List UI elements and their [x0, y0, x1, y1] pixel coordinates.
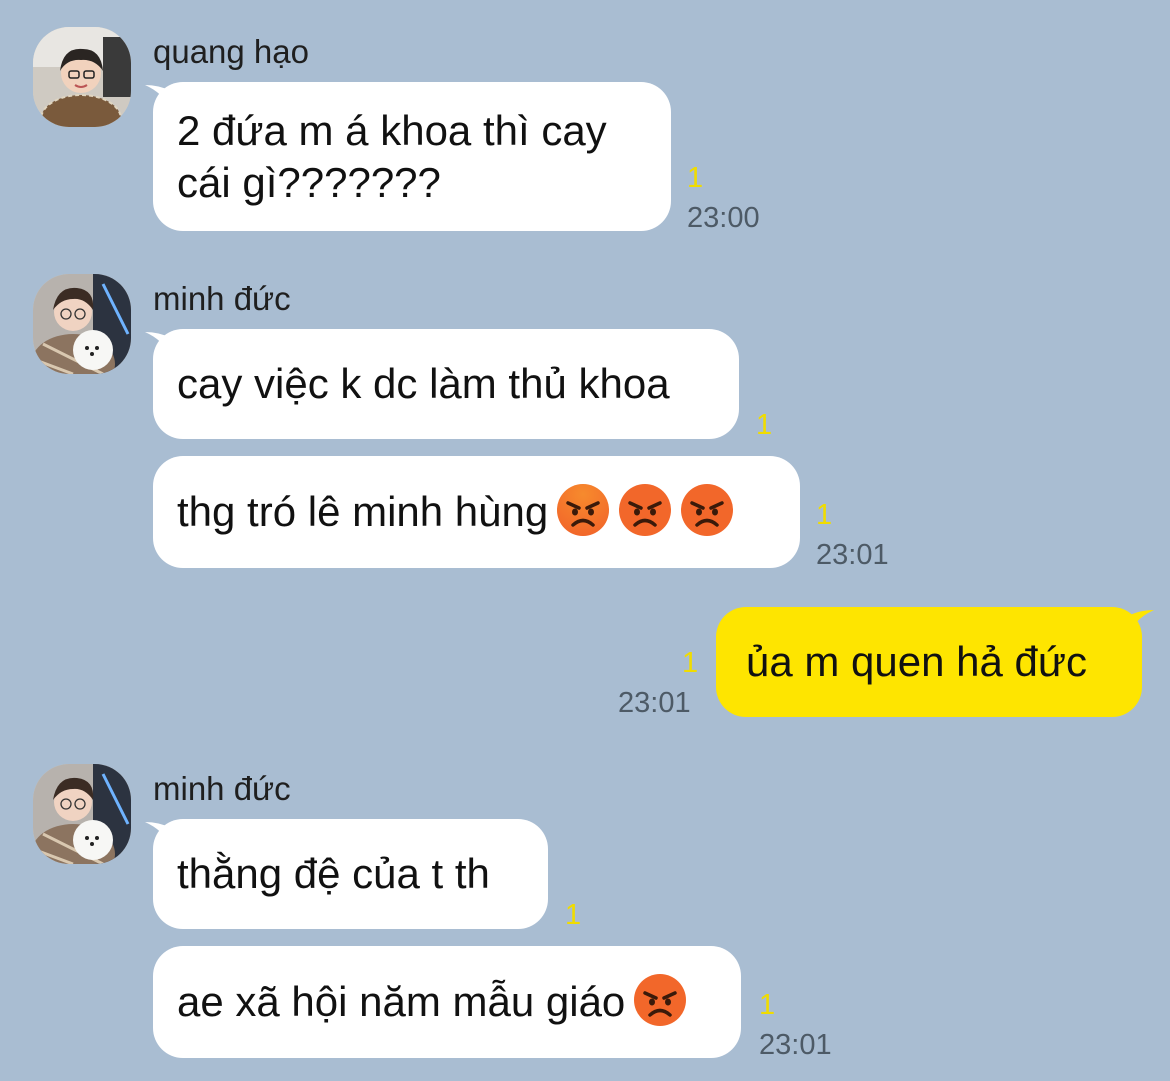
message-text: ủa m quen hả đức	[746, 638, 1088, 685]
angry-face-emoji	[556, 483, 610, 537]
message-bubble[interactable]: thằng đệ của t th	[153, 819, 548, 929]
angry-face-emoji	[618, 483, 672, 537]
message-text: ae xã hội năm mẫu giáo	[177, 978, 626, 1025]
read-count: 1	[759, 989, 776, 1021]
read-count: 1	[682, 647, 699, 679]
read-count: 1	[687, 162, 704, 194]
avatar-quang-hao[interactable]	[33, 27, 131, 127]
read-count: 1	[756, 409, 773, 441]
timestamp: 23:00	[687, 202, 760, 234]
message-text: 2 đứa m á khoa thì cay cái gì???????	[177, 106, 607, 206]
read-count: 1	[565, 899, 582, 931]
sender-name: minh đức	[153, 280, 291, 317]
angry-face-emoji	[680, 483, 734, 537]
message-text: cay việc k dc làm thủ khoa	[177, 360, 670, 407]
sender-name: minh đức	[153, 770, 291, 807]
outgoing-message-bubble[interactable]: ủa m quen hả đức	[716, 607, 1142, 717]
timestamp: 23:01	[618, 687, 691, 719]
read-count: 1	[816, 499, 833, 531]
timestamp: 23:01	[759, 1029, 832, 1061]
message-text: thằng đệ của t th	[177, 850, 490, 897]
angry-face-emoji	[633, 973, 687, 1027]
avatar-minh-duc[interactable]	[33, 274, 131, 374]
bubble-tail	[1128, 608, 1158, 634]
avatar-minh-duc[interactable]	[33, 764, 131, 864]
message-bubble[interactable]: cay việc k dc làm thủ khoa	[153, 329, 739, 439]
timestamp: 23:01	[816, 539, 889, 571]
message-text: thg tró lê minh hùng	[177, 488, 549, 535]
message-bubble[interactable]: 2 đứa m á khoa thì cay cái gì???????	[153, 82, 671, 231]
sender-name: quang hạo	[153, 33, 309, 70]
message-bubble[interactable]: ae xã hội năm mẫu giáo	[153, 946, 741, 1058]
message-bubble[interactable]: thg tró lê minh hùng	[153, 456, 800, 568]
